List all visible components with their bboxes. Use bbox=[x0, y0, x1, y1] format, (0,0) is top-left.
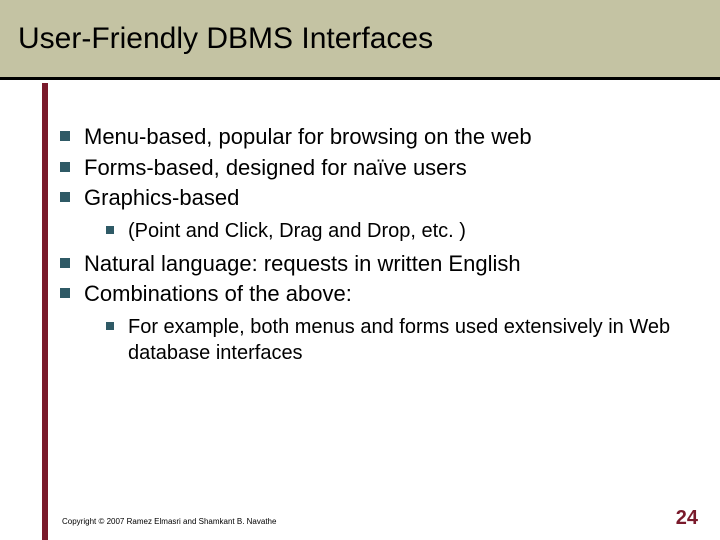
list-item: For example, both menus and forms used e… bbox=[106, 314, 690, 366]
list-item: Forms-based, designed for naïve users bbox=[60, 154, 690, 182]
list-item: (Point and Click, Drag and Drop, etc. ) bbox=[106, 218, 690, 244]
slide-title: User-Friendly DBMS Interfaces bbox=[18, 22, 433, 56]
slide-body: Menu-based, popular for browsing on the … bbox=[60, 120, 690, 372]
bullet-text: Graphics-based bbox=[84, 184, 239, 212]
square-bullet-icon bbox=[60, 162, 70, 172]
bullet-text: Combinations of the above: bbox=[84, 280, 352, 308]
copyright-text: Copyright © 2007 Ramez Elmasri and Shamk… bbox=[62, 517, 276, 526]
bullet-text: Menu-based, popular for browsing on the … bbox=[84, 123, 532, 151]
title-band: User-Friendly DBMS Interfaces bbox=[0, 0, 720, 80]
square-bullet-icon bbox=[106, 322, 114, 330]
left-vertical-rule bbox=[42, 83, 48, 540]
square-bullet-icon bbox=[60, 192, 70, 202]
bullet-text: Forms-based, designed for naïve users bbox=[84, 154, 467, 182]
bullet-text: (Point and Click, Drag and Drop, etc. ) bbox=[128, 218, 466, 244]
bullet-text: Natural language: requests in written En… bbox=[84, 250, 521, 278]
list-item: Natural language: requests in written En… bbox=[60, 250, 690, 278]
list-item: Combinations of the above: bbox=[60, 280, 690, 308]
list-item: Graphics-based bbox=[60, 184, 690, 212]
square-bullet-icon bbox=[60, 288, 70, 298]
list-item: Menu-based, popular for browsing on the … bbox=[60, 123, 690, 151]
square-bullet-icon bbox=[60, 258, 70, 268]
page-number: 24 bbox=[676, 507, 698, 530]
square-bullet-icon bbox=[106, 226, 114, 234]
square-bullet-icon bbox=[60, 131, 70, 141]
bullet-text: For example, both menus and forms used e… bbox=[128, 314, 690, 366]
